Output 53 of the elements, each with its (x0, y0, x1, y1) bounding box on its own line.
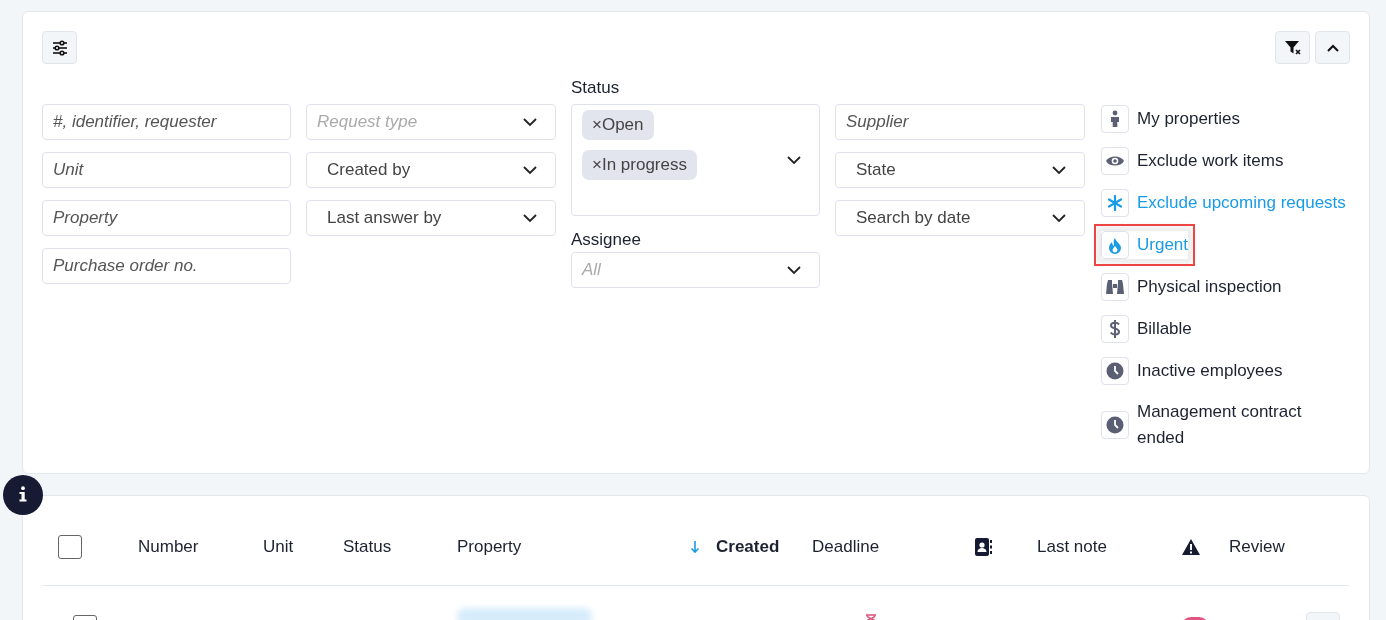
text-field[interactable]: #, identifier, requester (42, 104, 291, 140)
field-label: Assignee (571, 230, 642, 250)
select-field[interactable]: Created by (306, 152, 556, 188)
chevron-down-icon (523, 117, 537, 127)
column-header[interactable]: Status (343, 536, 392, 557)
chevron-down-icon (523, 165, 537, 175)
chevron-down-icon (523, 213, 537, 223)
collapse-button[interactable] (1315, 31, 1350, 64)
text-field[interactable]: Purchase order no. (42, 248, 291, 284)
chevron-down-icon (1052, 165, 1066, 175)
text-field[interactable]: Unit (42, 152, 291, 188)
status-tag[interactable]: ×In progress (582, 150, 697, 180)
eye-icon (1105, 154, 1125, 168)
text-field[interactable]: Property (42, 200, 291, 236)
sliders-icon (51, 39, 68, 56)
chevron-down-icon (787, 265, 801, 275)
filter-settings-button[interactable] (42, 31, 77, 64)
select-field[interactable]: Last answer by (306, 200, 556, 236)
filter-toggle[interactable]: Physical inspection (1101, 273, 1282, 301)
status-multiselect[interactable]: ×Open ×In progress (571, 104, 820, 216)
status-tag[interactable]: ×Open (582, 110, 654, 140)
chevron-down-icon (1052, 213, 1066, 223)
chevron-up-icon (1325, 42, 1340, 53)
filter-toggle[interactable]: Inactive employees (1101, 357, 1283, 385)
filter-toggle[interactable]: Management contract ended (1101, 399, 1317, 451)
clear-filters-button[interactable] (1275, 31, 1310, 64)
warning-icon[interactable] (1181, 537, 1201, 556)
column-header[interactable]: Number (138, 536, 199, 557)
column-header[interactable]: Last note (1037, 536, 1107, 557)
text-field[interactable]: Supplier (835, 104, 1085, 140)
select-field[interactable]: State (835, 152, 1085, 188)
column-header[interactable]: Created (716, 536, 780, 557)
info-icon[interactable] (3, 475, 43, 515)
binoculars-icon (1105, 279, 1125, 295)
filter-toggle[interactable]: Exclude work items (1101, 147, 1284, 175)
column-header[interactable]: Unit (263, 536, 294, 557)
clock-icon (1106, 416, 1124, 434)
column-header[interactable]: Deadline (812, 536, 880, 557)
flame-icon (1108, 236, 1122, 254)
select-field[interactable]: Search by date (835, 200, 1085, 236)
clock-icon (1106, 362, 1124, 380)
contact-book-icon[interactable] (973, 536, 993, 557)
filter-toggle[interactable]: My properties (1101, 105, 1240, 133)
column-header[interactable]: Review (1229, 536, 1285, 557)
chevron-down-icon (787, 155, 801, 165)
filter-toggle[interactable]: Billable (1101, 315, 1192, 343)
field-label: Status (571, 78, 621, 98)
column-header[interactable]: Property (457, 536, 522, 557)
dollar-icon (1109, 319, 1121, 339)
person-icon (1109, 110, 1121, 128)
select-all-checkbox[interactable] (58, 534, 82, 559)
asterisk-icon (1107, 195, 1123, 211)
filter-clear-icon (1283, 39, 1302, 56)
